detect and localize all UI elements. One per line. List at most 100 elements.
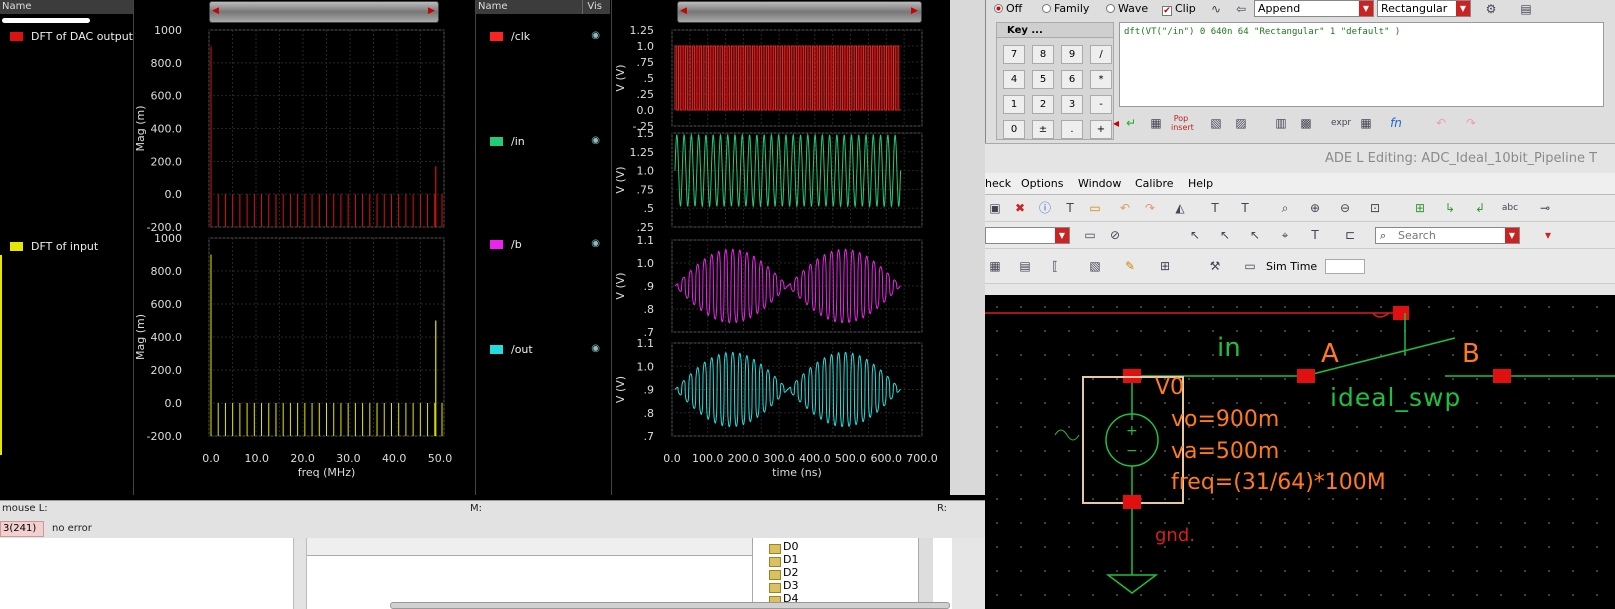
label-icon[interactable]: ▭ [1085, 199, 1105, 217]
edit-icon[interactable]: ✎ [1120, 257, 1140, 275]
wire-icon[interactable]: ↳ [1440, 199, 1460, 217]
menu-check[interactable]: heck [985, 177, 1011, 190]
text-size-down-icon[interactable]: T [1235, 199, 1255, 217]
append-icon[interactable]: ⇦ [1231, 0, 1251, 18]
option-wave[interactable]: Wave [1106, 2, 1148, 15]
key-button[interactable]: 8 [1032, 45, 1054, 64]
check-save-icon[interactable]: ▧ [1085, 257, 1105, 275]
expr-table-icon[interactable]: ▦ [1356, 114, 1376, 132]
wire2-icon[interactable]: ↲ [1470, 199, 1490, 217]
grid2-icon[interactable]: ▩ [1296, 114, 1316, 132]
schematic-canvas[interactable]: + − in A B ideal_swp V0 vo=900m va=500m … [985, 295, 1615, 609]
key-button[interactable]: 3 [1061, 95, 1083, 114]
dft-plot-area[interactable]: ◀ ▶ 1000 800.0 600.0 400.0 200.0 0.0 -200.0 Mag… [133, 0, 473, 495]
netlist-icon[interactable]: ▤ [1015, 257, 1035, 275]
pop-insert-button[interactable]: Pop insert [1171, 114, 1194, 132]
comment-icon[interactable]: ▭ [1240, 257, 1260, 275]
time-plot-area[interactable]: ◀ ▶ 1.25 1.0.75.5.25 0.0 -.25 V (V) 1.5 1.25 1.… [611, 0, 950, 495]
window-icon[interactable]: ▭ [1080, 226, 1100, 244]
zoom-in-icon[interactable]: ⊕ [1305, 199, 1325, 217]
tree-scrollbar[interactable] [918, 538, 933, 609]
option-family[interactable]: Family [1042, 2, 1089, 15]
save-icon[interactable]: ▣ [985, 199, 1005, 217]
search-input[interactable]: ⌕ Search ▼ [1375, 227, 1520, 244]
legend-entry-dft-input[interactable]: DFT of input [10, 240, 98, 253]
select-plus-icon[interactable]: ↖ [1215, 226, 1235, 244]
key-button[interactable]: 1 [1003, 95, 1025, 114]
info-icon[interactable]: ⓘ [1035, 199, 1055, 217]
legend-entry-dft-dac-output[interactable]: DFT of DAC output [10, 30, 133, 43]
select-probe-icon[interactable]: ↖ [1245, 226, 1265, 244]
fn-button[interactable]: fn [1386, 114, 1406, 132]
ade-select-dropdown[interactable]: ▼ [985, 227, 1070, 244]
grid-icon[interactable]: ▦ [985, 257, 1005, 275]
settings-icon[interactable]: ⚙ [1481, 0, 1501, 18]
visibility-eye-icon[interactable]: ◉ [591, 135, 600, 146]
key-button[interactable]: - [1090, 95, 1112, 114]
sim-time-input[interactable] [1325, 259, 1365, 274]
zoom-fit-icon[interactable]: ⊡ [1365, 199, 1385, 217]
expression-buffer[interactable]: dft(VT("/in") 0 640n 64 "Rectangular" 1 … [1119, 22, 1604, 107]
key-button[interactable]: ± [1032, 120, 1054, 139]
key-button[interactable]: 6 [1061, 70, 1083, 89]
options-icon[interactable]: ▤ [1516, 0, 1536, 18]
pane-splitter[interactable] [293, 538, 307, 609]
menu-help[interactable]: Help [1188, 177, 1213, 190]
zoom-out-icon[interactable]: ⊖ [1335, 199, 1355, 217]
option-off[interactable]: Off [994, 2, 1022, 15]
tree-item-d3[interactable]: D3 [768, 579, 798, 593]
enter-icon[interactable]: ↵ [1121, 114, 1141, 132]
horizontal-scrollbar[interactable] [390, 602, 950, 609]
option-clip[interactable]: ✔ Clip [1162, 2, 1196, 16]
bracket-icon[interactable]: ⟦ [1045, 257, 1065, 275]
wave-icon[interactable]: ∿ [1206, 0, 1226, 18]
tree-item-d0[interactable]: D0 [768, 540, 798, 554]
legend-entry-clk[interactable]: /clk [490, 30, 530, 43]
expr-button[interactable]: expr [1331, 114, 1351, 132]
undo-icon[interactable]: ↶ [1431, 114, 1451, 132]
select-icon[interactable]: ↖ [1185, 226, 1205, 244]
wrench-icon[interactable]: ⚒ [1205, 257, 1225, 275]
visibility-eye-icon[interactable]: ◉ [591, 238, 600, 249]
mode-dropdown[interactable]: Append ▼ [1254, 0, 1374, 17]
visibility-eye-icon[interactable]: ◉ [591, 343, 600, 354]
zoom-icon[interactable]: ⌕ [1275, 199, 1295, 217]
tree-item-d1[interactable]: D1 [768, 553, 798, 567]
tree-item-d2[interactable]: D2 [768, 566, 798, 580]
window-dropdown[interactable]: Rectangular ▼ [1377, 0, 1471, 17]
abc-icon[interactable]: abc [1500, 199, 1520, 217]
key-button[interactable]: 5 [1032, 70, 1054, 89]
grid-icon[interactable]: ▥ [1271, 114, 1291, 132]
legend-entry-b[interactable]: /b [490, 238, 522, 251]
legend-entry-in[interactable]: /in [490, 135, 525, 148]
text-select-icon[interactable]: T [1305, 226, 1325, 244]
key-button[interactable]: 7 [1003, 45, 1025, 64]
table2-icon[interactable]: ▨ [1231, 114, 1251, 132]
key-button[interactable]: 9 [1061, 45, 1083, 64]
add-wire-icon[interactable]: ⊞ [1410, 199, 1430, 217]
table-icon[interactable]: ▧ [1206, 114, 1226, 132]
key-button[interactable]: / [1090, 45, 1112, 64]
hier-icon[interactable]: ⊞ [1155, 257, 1175, 275]
key-button[interactable]: . [1061, 120, 1083, 139]
dropdown-arrow-icon[interactable]: ▾ [1538, 226, 1558, 244]
delete-icon[interactable]: ✖ [1010, 199, 1030, 217]
redo-icon[interactable]: ↷ [1140, 199, 1160, 217]
menu-window[interactable]: Window [1078, 177, 1121, 190]
window-close-icon[interactable]: ⊘ [1105, 226, 1125, 244]
menu-options[interactable]: Options [1021, 177, 1063, 190]
key-button[interactable]: * [1090, 70, 1112, 89]
menu-calibre[interactable]: Calibre [1135, 177, 1174, 190]
hierarchy-icon[interactable]: ⊏ [1340, 226, 1360, 244]
redo-icon[interactable]: ↷ [1461, 114, 1481, 132]
key-button[interactable]: 2 [1032, 95, 1054, 114]
legend-scroll-thumb[interactable] [2, 18, 90, 23]
key-button[interactable]: 0 [1003, 120, 1025, 139]
visibility-eye-icon[interactable]: ◉ [591, 30, 600, 41]
shape-icon[interactable]: ◭ [1170, 199, 1190, 217]
text-size-up-icon[interactable]: T [1205, 199, 1225, 217]
probe-icon[interactable]: ⌖ [1275, 226, 1295, 244]
key-button[interactable]: 4 [1003, 70, 1025, 89]
pin-icon[interactable]: ⊸ [1535, 199, 1555, 217]
stack-icon[interactable]: ▦ [1146, 114, 1166, 132]
